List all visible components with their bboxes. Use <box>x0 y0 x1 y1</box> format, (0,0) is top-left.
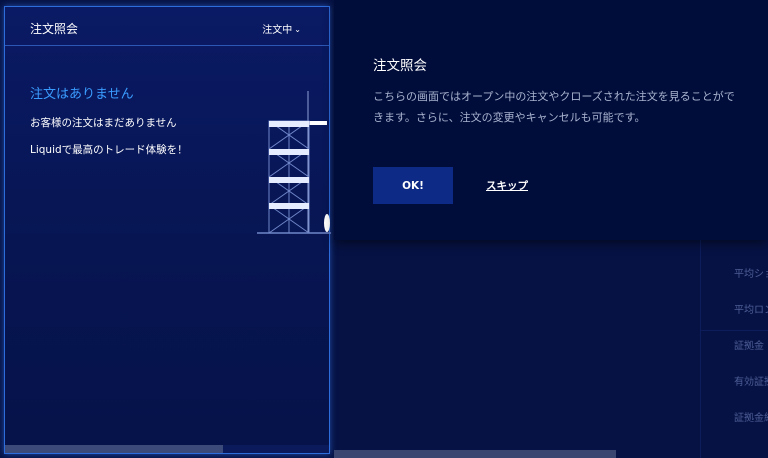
avg-long-label: 平均ロン <box>734 305 768 316</box>
tooltip-title: 注文照会 <box>373 58 427 74</box>
effective-margin-label: 有効証拠 <box>734 377 768 388</box>
orders-panel: 注文照会 注文中 ⌄ 注文はありません お客様の注文はまだありません Liquid… <box>4 6 331 454</box>
tooltip-body: こちらの画面ではオープン中の注文やクローズされた注文を見ることができます。さらに… <box>373 90 735 124</box>
empty-state-title: 注文はありません <box>30 87 134 102</box>
order-status-dropdown[interactable]: 注文中 ⌄ <box>262 21 301 36</box>
order-status-label: 注文中 <box>262 25 293 36</box>
empty-state-message: お客様の注文はまだありません <box>30 117 177 129</box>
ok-button[interactable]: OK! <box>373 167 453 204</box>
empty-state-cta: Liquidで最高のトレード体験を！ <box>30 144 188 156</box>
onboarding-tooltip: 注文照会 こちらの画面ではオープン中の注文やクローズされた注文を見ることができま… <box>334 0 768 240</box>
chevron-down-icon: ⌄ <box>294 25 301 34</box>
skip-link[interactable]: スキップ <box>486 178 528 193</box>
scaffold-illustration <box>257 91 331 234</box>
orders-panel-scrollbar-thumb[interactable] <box>5 445 223 453</box>
avg-short-label: 平均ショ <box>734 269 768 280</box>
orders-panel-header: 注文照会 注文中 ⌄ <box>5 7 329 46</box>
main-horizontal-scrollbar[interactable] <box>334 450 616 458</box>
orders-panel-scrollbar[interactable] <box>5 445 329 453</box>
row-divider <box>700 330 768 331</box>
maintenance-margin-label: 証拠金維 <box>734 413 768 424</box>
column-divider <box>700 240 701 458</box>
orders-panel-title: 注文照会 <box>30 22 79 36</box>
margin-label: 証拠金 <box>734 341 764 352</box>
